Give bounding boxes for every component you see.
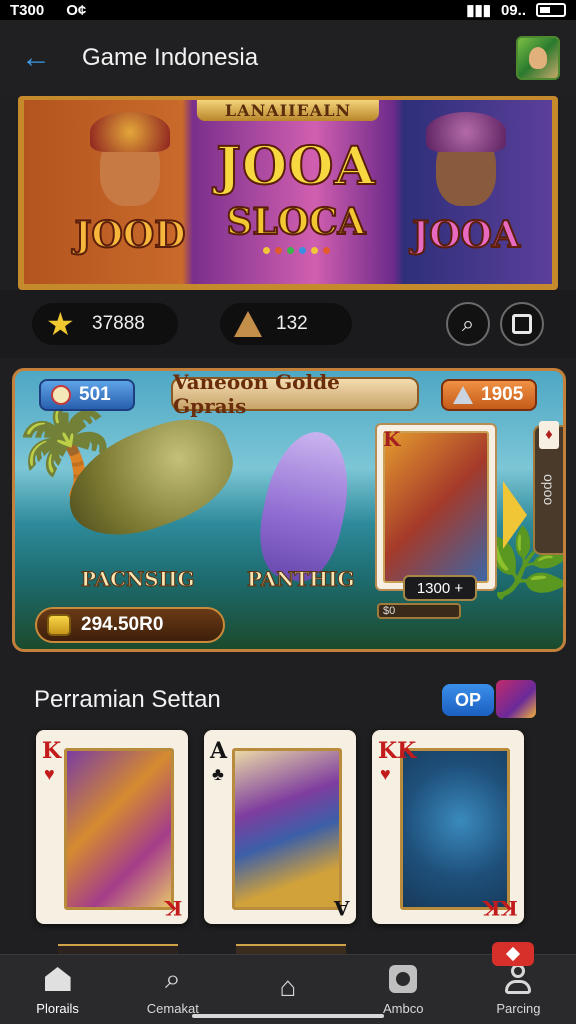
game-card-2[interactable]: A ♣ A <box>204 730 356 924</box>
next-row-tile[interactable] <box>236 944 346 954</box>
status-right-text: 09.. <box>500 1 526 19</box>
back-button[interactable]: ← <box>18 40 54 76</box>
target-icon <box>51 385 71 405</box>
battery-icon <box>536 3 566 17</box>
card-rank: KK <box>483 896 518 920</box>
fish-left-label: PACNSIIG <box>81 567 196 592</box>
hero-word-center-bottom: SLOCA <box>225 200 366 244</box>
home-icon <box>44 967 71 991</box>
purple-fish-image <box>250 424 360 588</box>
club-suit-icon: ♣ <box>212 764 224 784</box>
side-tab-label: opoo <box>541 474 557 506</box>
star-icon: ★ <box>46 306 75 342</box>
hero-panel-left[interactable]: JOOD <box>60 112 200 284</box>
featured-game-card[interactable]: 🌴 🌿 501 Vaneoon Golde Gprais 1905 PACNSI… <box>12 368 566 652</box>
home-outline-icon: ⌂ <box>279 970 297 1002</box>
card-art <box>64 748 174 910</box>
section-title: Perramian Settan <box>34 686 221 713</box>
nav-label: Cemakat <box>146 1001 199 1016</box>
score-value: 1905 <box>481 384 524 405</box>
heart-suit-icon: ♥ <box>380 764 391 784</box>
page-title: Game Indonesia <box>82 44 259 71</box>
carousel-dots <box>262 247 330 254</box>
window-icon <box>512 314 532 334</box>
heart-suit-icon: ♥ <box>44 764 55 784</box>
pyramid-icon <box>234 311 262 337</box>
home-indicator <box>192 1014 384 1018</box>
search-button[interactable]: ⌕ <box>446 302 490 346</box>
prize-value: 1300 + <box>403 575 477 601</box>
hero-word-center-top: JOOA <box>215 135 376 198</box>
next-arrow-icon[interactable] <box>503 481 527 549</box>
card-rank: A <box>210 738 228 764</box>
hero-word-right: JOOA <box>411 213 521 257</box>
game-title: Vaneoon Golde Gprais <box>171 371 419 418</box>
star-count: 37888 <box>92 313 145 334</box>
status-bar: T300 O¢ ▮▮▮ 09.. <box>0 0 576 20</box>
nav-label: Parcing <box>496 1001 541 1016</box>
hero-panel-center[interactable]: JOOA SLOCA <box>202 118 390 284</box>
app-bar: ← Game Indonesia <box>0 20 576 96</box>
signal-icon: ▮▮▮ <box>466 2 491 19</box>
next-row-tile[interactable] <box>58 944 178 954</box>
nav-label: Plorails <box>36 1001 79 1016</box>
window-button[interactable] <box>500 302 544 346</box>
status-left-icons: O¢ <box>66 1 87 19</box>
card-suit-icon: ♦ <box>539 421 559 449</box>
hero-banner[interactable]: LANAIIEALN JOOD JOOA SLOCA JOOA <box>18 96 558 290</box>
gem-balance: 132 <box>220 303 352 345</box>
user-avatar-icon[interactable] <box>516 36 560 80</box>
nav-item-home[interactable]: Plorails <box>0 955 115 1024</box>
status-time: T300 <box>10 1 45 19</box>
prize-card[interactable]: K <box>375 423 497 591</box>
score-badge: 1905 <box>441 379 537 411</box>
hero-word-left: JOOD <box>74 213 187 257</box>
card-art <box>232 748 342 910</box>
card-rank: KK <box>378 738 417 764</box>
card-rank: K <box>164 896 182 920</box>
nav-label: Ambco <box>382 1001 424 1016</box>
character-portrait <box>426 112 506 206</box>
level-value: 501 <box>79 384 111 405</box>
box-icon <box>389 965 418 993</box>
card-art <box>400 748 510 910</box>
game-card-3[interactable]: KK ♥ KK <box>372 730 524 924</box>
fish-right-label: PANTHIG <box>247 567 356 592</box>
card-rank: A <box>334 896 350 920</box>
diamond-icon <box>505 946 521 962</box>
game-card-1[interactable]: K ♥ K <box>36 730 188 924</box>
search-icon: ⌕ <box>164 962 181 994</box>
person-icon <box>503 964 533 994</box>
character-portrait <box>90 112 170 206</box>
notification-badge[interactable] <box>492 942 534 966</box>
op-badge[interactable]: OP <box>442 684 494 716</box>
gem-count: 132 <box>276 313 308 334</box>
pyramid-icon <box>453 386 473 404</box>
coin-value: 294.50R0 <box>81 614 164 635</box>
arrow-left-icon: ← <box>21 41 51 74</box>
level-badge: 501 <box>39 379 135 411</box>
prize-progress-bar: $0 <box>377 603 461 619</box>
search-icon: ⌕ <box>461 311 475 336</box>
coin-icon <box>47 614 71 636</box>
hero-panel-right[interactable]: JOOA <box>396 112 536 284</box>
stats-row: ★ 37888 132 ⌕ <box>0 290 576 358</box>
mini-game-thumbnail[interactable] <box>496 680 536 718</box>
card-rank: K <box>383 427 401 451</box>
prize-card-art <box>383 431 489 583</box>
card-rank: K <box>42 738 62 764</box>
star-balance: ★ 37888 <box>32 303 178 345</box>
coin-balance: 294.50R0 <box>35 607 225 643</box>
